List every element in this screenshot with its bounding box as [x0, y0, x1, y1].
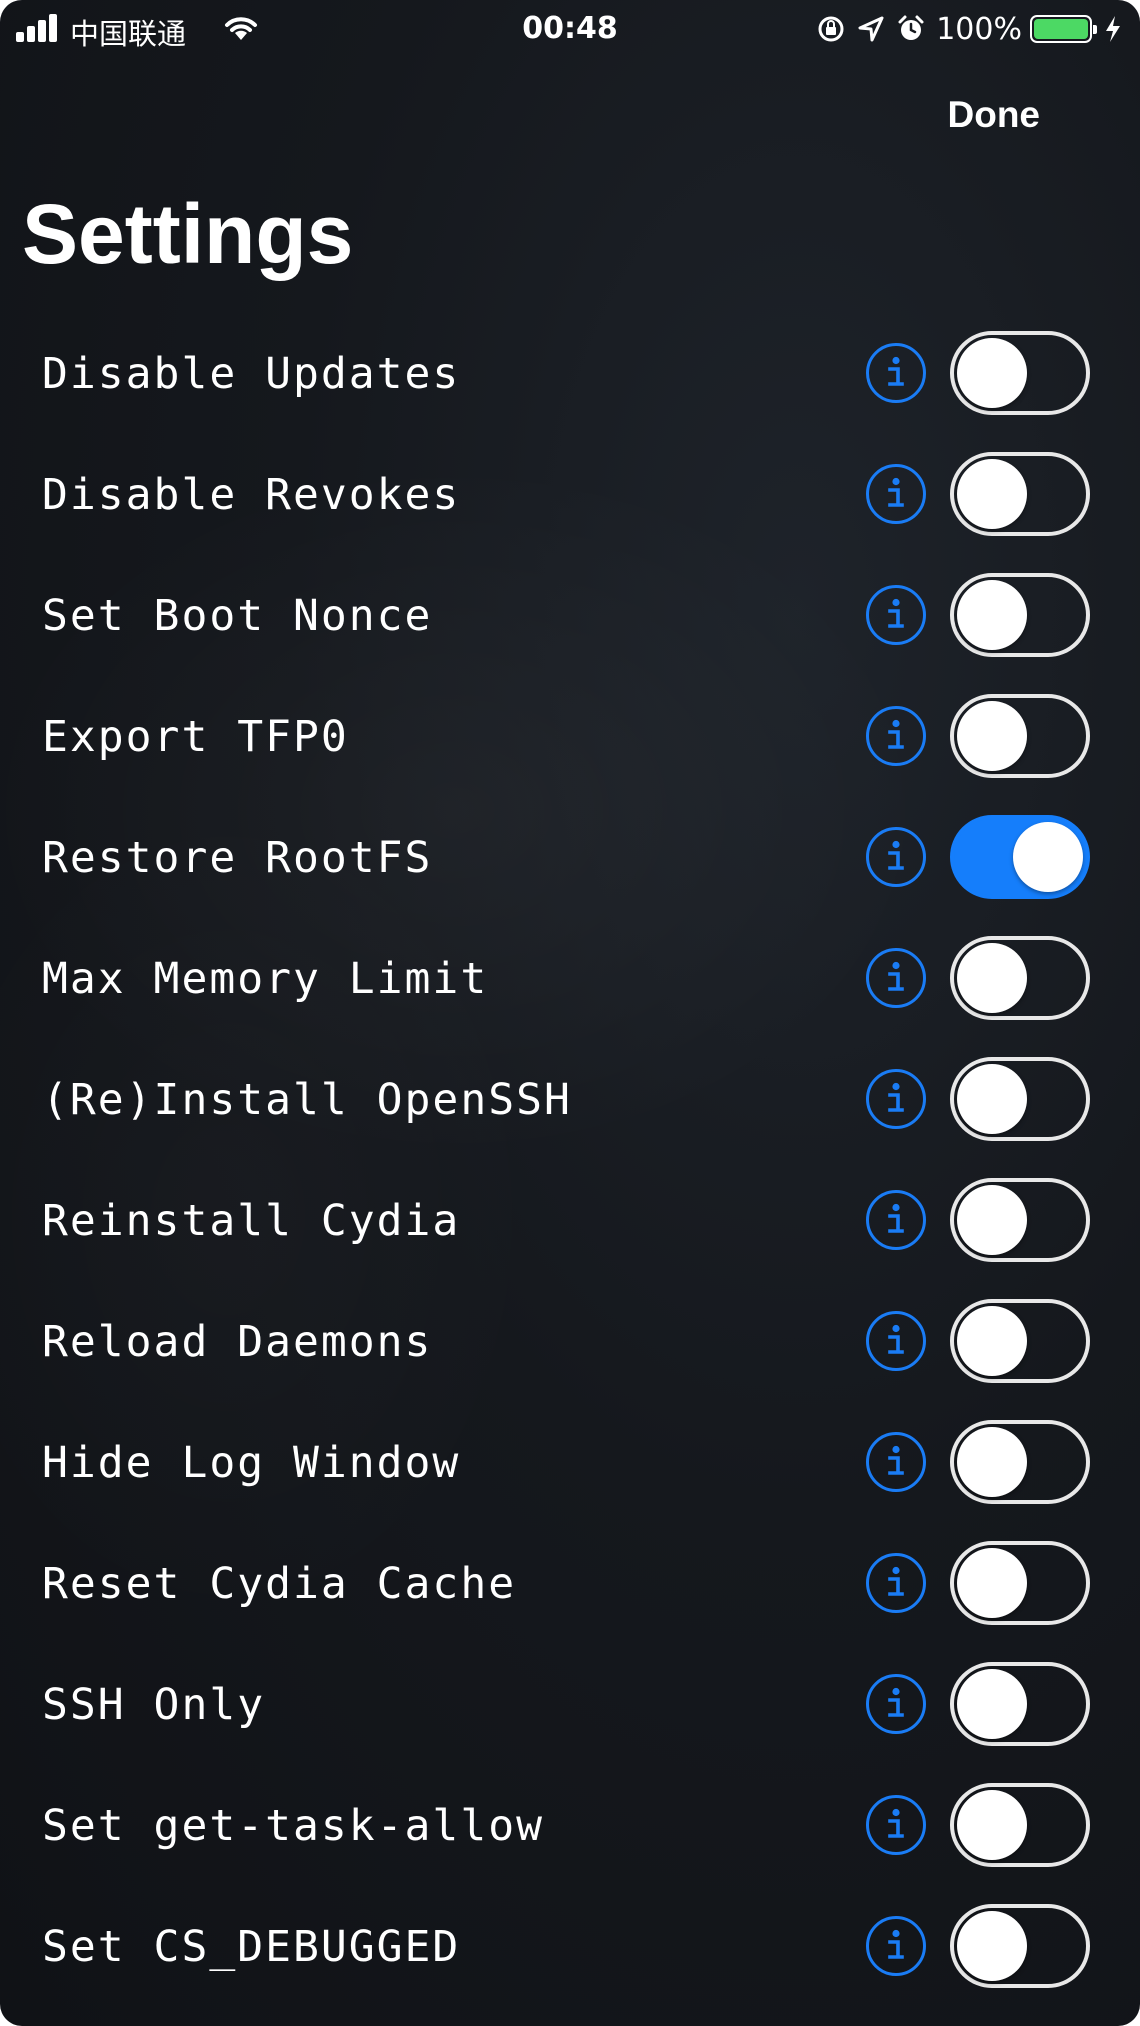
setting-label: Disable Updates	[42, 349, 461, 399]
toggle-knob	[957, 1790, 1027, 1860]
setting-label: Set CS_DEBUGGED	[42, 1922, 461, 1972]
setting-row: Reset Cydia Cache	[0, 1533, 1140, 1654]
toggle-knob	[957, 1548, 1027, 1618]
toggle-switch[interactable]	[950, 694, 1090, 778]
toggle-switch[interactable]	[950, 1057, 1090, 1141]
done-button[interactable]: Done	[948, 94, 1041, 136]
info-icon[interactable]	[866, 1311, 926, 1371]
info-icon[interactable]	[866, 1916, 926, 1976]
setting-label: Set get-task-allow	[42, 1801, 544, 1851]
toggle-knob	[957, 1185, 1027, 1255]
info-icon[interactable]	[866, 343, 926, 403]
setting-label: Disable Revokes	[42, 470, 461, 520]
battery-level-fill	[1034, 19, 1088, 39]
phone-screen: 中国联通 00:48 100% Done Settings Disable Up…	[0, 0, 1140, 2026]
setting-label: Max Memory Limit	[42, 954, 489, 1004]
setting-row: Hide Log Window	[0, 1412, 1140, 1533]
toggle-switch[interactable]	[950, 815, 1090, 899]
toggle-knob	[957, 1306, 1027, 1376]
status-bar: 中国联通 00:48 100%	[0, 0, 1140, 58]
info-icon[interactable]	[866, 1190, 926, 1250]
location-icon	[858, 16, 884, 42]
setting-row: Disable Updates	[0, 323, 1140, 444]
setting-label: SSH Only	[42, 1680, 266, 1730]
info-icon[interactable]	[866, 464, 926, 524]
setting-label: Export TFP0	[42, 712, 349, 762]
setting-row: Set get-task-allow	[0, 1775, 1140, 1896]
setting-row: Set CS_DEBUGGED	[0, 1896, 1140, 2017]
toggle-knob	[957, 580, 1027, 650]
setting-row: Set Boot Nonce	[0, 565, 1140, 686]
info-icon[interactable]	[866, 1795, 926, 1855]
setting-label: Restore RootFS	[42, 833, 433, 883]
toggle-switch[interactable]	[950, 573, 1090, 657]
setting-label: Reinstall Cydia	[42, 1196, 461, 1246]
toggle-switch[interactable]	[950, 452, 1090, 536]
setting-row: SSH Only	[0, 1654, 1140, 1775]
alarm-icon	[898, 15, 924, 40]
setting-row: Restore RootFS	[0, 807, 1140, 928]
charging-bolt-icon	[1106, 16, 1120, 42]
setting-label: Hide Log Window	[42, 1438, 461, 1488]
setting-row: Reinstall Cydia	[0, 1170, 1140, 1291]
toggle-knob	[957, 943, 1027, 1013]
status-right-group: 100%	[816, 11, 1122, 47]
toggle-switch[interactable]	[950, 1783, 1090, 1867]
toggle-knob	[957, 1669, 1027, 1739]
info-icon[interactable]	[866, 1069, 926, 1129]
setting-label: Set Boot Nonce	[42, 591, 433, 641]
toggle-knob	[957, 1064, 1027, 1134]
battery-icon	[1030, 15, 1097, 43]
toggle-switch[interactable]	[950, 1541, 1090, 1625]
info-icon[interactable]	[866, 1553, 926, 1613]
info-icon[interactable]	[866, 585, 926, 645]
settings-list: Disable Updates Disable Revokes Set Boot N…	[0, 323, 1140, 2017]
battery-percent: 100%	[936, 11, 1022, 47]
toggle-knob	[957, 338, 1027, 408]
orientation-lock-icon	[818, 16, 844, 42]
setting-label: (Re)Install OpenSSH	[42, 1075, 572, 1125]
toggle-knob	[957, 1427, 1027, 1497]
toggle-switch[interactable]	[950, 936, 1090, 1020]
toggle-switch[interactable]	[950, 1178, 1090, 1262]
setting-row: Reload Daemons	[0, 1291, 1140, 1412]
setting-row: Export TFP0	[0, 686, 1140, 807]
setting-row: (Re)Install OpenSSH	[0, 1049, 1140, 1170]
toggle-switch[interactable]	[950, 331, 1090, 415]
setting-label: Reload Daemons	[42, 1317, 433, 1367]
info-icon[interactable]	[866, 948, 926, 1008]
toggle-knob	[957, 1911, 1027, 1981]
info-icon[interactable]	[866, 1432, 926, 1492]
toggle-switch[interactable]	[950, 1299, 1090, 1383]
toggle-knob	[957, 701, 1027, 771]
toggle-knob	[1013, 822, 1083, 892]
setting-row: Disable Revokes	[0, 444, 1140, 565]
setting-label: Reset Cydia Cache	[42, 1559, 517, 1609]
toggle-switch[interactable]	[950, 1420, 1090, 1504]
page-title: Settings	[22, 187, 354, 281]
info-icon[interactable]	[866, 706, 926, 766]
toggle-switch[interactable]	[950, 1904, 1090, 1988]
info-icon[interactable]	[866, 827, 926, 887]
toggle-switch[interactable]	[950, 1662, 1090, 1746]
setting-row: Max Memory Limit	[0, 928, 1140, 1049]
toggle-knob	[957, 459, 1027, 529]
info-icon[interactable]	[866, 1674, 926, 1734]
